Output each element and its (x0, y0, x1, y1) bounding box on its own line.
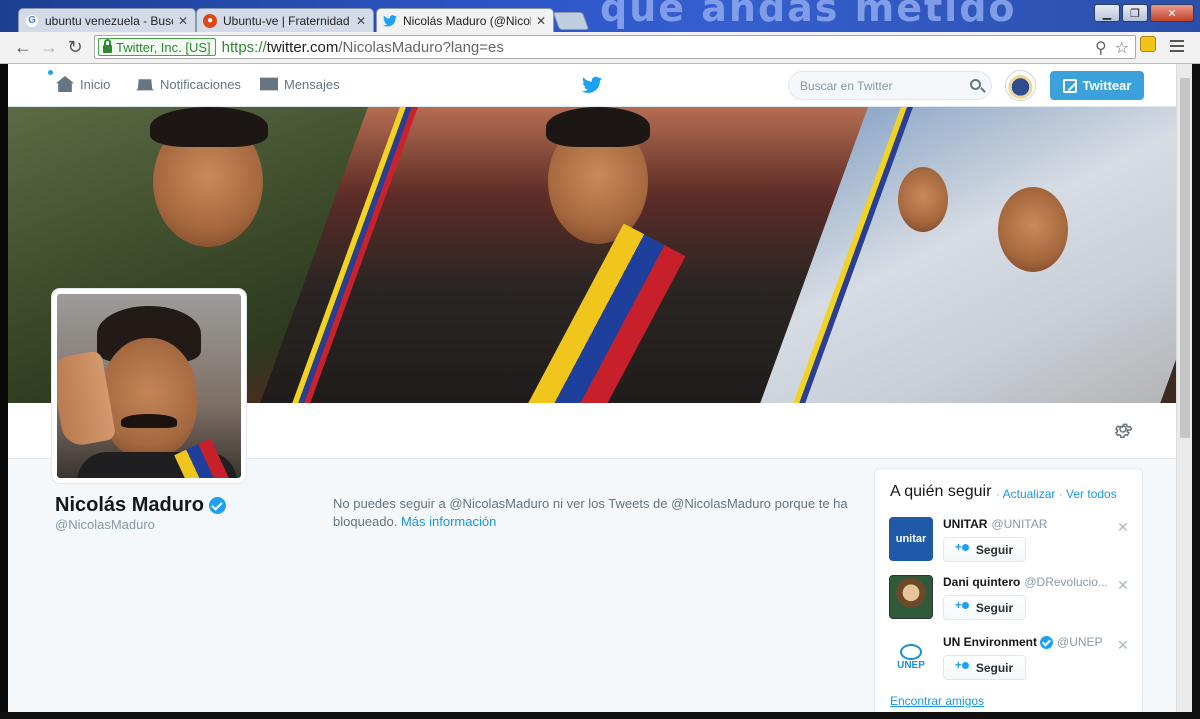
window-frame-right (1192, 64, 1200, 719)
suggestion-item: Dani quintero @DRevolucio... ✕ Seguir (889, 575, 1129, 627)
suggestion-name[interactable]: UNITAR @UNITAR (943, 517, 1047, 531)
follow-button[interactable]: Seguir (943, 537, 1026, 562)
who-to-follow-panel: A quién seguir · Actualizar · Ver todos … (874, 468, 1143, 712)
nav-messages[interactable]: Mensajes (260, 76, 340, 92)
home-icon (56, 76, 74, 92)
suggestion-item: UNEP UN Environment @UNEP ✕ Seguir (889, 635, 1129, 687)
nav-home[interactable]: Inicio (56, 76, 110, 92)
new-tab-button[interactable] (552, 12, 590, 30)
profile-avatar[interactable] (52, 289, 246, 483)
suggestion-name[interactable]: UN Environment @UNEP (943, 635, 1103, 649)
mail-icon (260, 77, 278, 91)
profile-name[interactable]: Nicolás Maduro (55, 494, 226, 517)
unitar-avatar[interactable]: unitar (889, 517, 933, 561)
twitter-bird-icon (383, 14, 397, 28)
verified-badge-icon (208, 497, 226, 514)
search-input[interactable]: Buscar en Twitter (788, 71, 992, 100)
browser-chrome: que andas metido G ubuntu venezuela - Bu… (0, 0, 1200, 64)
banner-beret (150, 107, 268, 147)
avatar-mustache (121, 414, 177, 428)
page-scrollbar[interactable] (1176, 64, 1192, 712)
nav-notifications[interactable]: Notificaciones (136, 76, 241, 92)
omnibox-actions: ⚲ ☆ (1095, 38, 1129, 58)
browser-toolbar: ← → ↻ Twitter, Inc. [US] https:// twitte… (0, 32, 1200, 64)
bookmark-star-icon[interactable]: ☆ (1115, 38, 1129, 58)
banner-person-right-2 (898, 167, 948, 232)
tab-close-icon[interactable]: ✕ (355, 14, 367, 28)
address-bar[interactable]: Twitter, Inc. [US] https:// twitter.com … (94, 35, 1136, 59)
reload-icon[interactable]: ↻ (62, 35, 88, 61)
dismiss-close-icon[interactable]: ✕ (1117, 577, 1129, 594)
more-info-link[interactable]: Más información (401, 514, 496, 529)
window-titlebar: que andas metido G ubuntu venezuela - Bu… (0, 0, 1200, 32)
refresh-link[interactable]: Actualizar (1003, 487, 1056, 501)
window-frame-bottom (0, 712, 1200, 719)
banner-hair (546, 107, 650, 147)
avatar-face (101, 338, 197, 458)
find-friends-link[interactable]: Encontrar amigos (890, 694, 984, 708)
google-g-icon: G (25, 13, 39, 28)
follow-user-icon (955, 598, 970, 613)
tab-google-search[interactable]: G ubuntu venezuela - Busca ✕ (18, 8, 196, 32)
bell-icon (136, 79, 154, 91)
url-host: twitter.com (266, 38, 339, 56)
tab-ubuntu-ve[interactable]: ● Ubuntu-ve | Fraternidad U ✕ (196, 8, 374, 32)
restore-icon[interactable]: ❐ (1122, 4, 1148, 22)
view-all-link[interactable]: Ver todos (1066, 487, 1117, 501)
window-close-icon[interactable]: ✕ (1150, 4, 1194, 22)
compose-icon (1062, 78, 1077, 93)
who-to-follow-links: · Actualizar · Ver todos (996, 487, 1117, 501)
url-scheme: https:// (221, 38, 267, 56)
lock-icon (103, 39, 112, 53)
dani-quintero-avatar[interactable] (889, 575, 933, 619)
tab-close-icon[interactable]: ✕ (177, 14, 189, 28)
follow-user-icon (955, 658, 970, 673)
top-navigation: Inicio Notificaciones Mensajes Buscar en… (8, 64, 1176, 107)
user-avatar[interactable] (1005, 70, 1036, 101)
home-notification-dot (48, 70, 53, 75)
tab-twitter-maduro[interactable]: Nicolás Maduro (@Nicola ✕ (376, 8, 554, 32)
search-icon[interactable] (970, 79, 981, 90)
profile-handle[interactable]: @NicolasMaduro (55, 517, 155, 532)
tab-close-icon[interactable]: ✕ (535, 14, 547, 28)
follow-user-icon (955, 540, 970, 555)
verified-badge-icon (1040, 635, 1054, 649)
blocked-message: No puedes seguir a @NicolasMaduro ni ver… (333, 496, 848, 529)
who-to-follow-title: A quién seguir (890, 483, 992, 500)
key-icon[interactable]: ⚲ (1095, 38, 1107, 58)
un-globe-icon (900, 643, 922, 660)
follow-button[interactable]: Seguir (943, 595, 1026, 620)
gear-icon[interactable] (1114, 420, 1132, 438)
ubuntu-icon: ● (203, 13, 217, 28)
dismiss-close-icon[interactable]: ✕ (1117, 637, 1129, 654)
chrome-menu-icon[interactable] (1170, 40, 1184, 55)
forward-arrow-icon[interactable]: → (36, 35, 62, 61)
ev-certificate-badge[interactable]: Twitter, Inc. [US] (98, 38, 216, 56)
dismiss-close-icon[interactable]: ✕ (1117, 519, 1129, 536)
tweet-button[interactable]: Twittear (1050, 71, 1144, 100)
follow-button[interactable]: Seguir (943, 655, 1026, 680)
suggestion-name[interactable]: Dani quintero @DRevolucio... (943, 575, 1108, 589)
window-controls: ▁ ❐ ✕ (1094, 4, 1194, 22)
suggestion-item: unitar UNITAR @UNITAR ✕ Seguir (889, 517, 1129, 569)
twitter-page: Inicio Notificaciones Mensajes Buscar en… (8, 64, 1176, 712)
twitter-bird-logo-icon[interactable] (582, 76, 602, 94)
minimize-icon[interactable]: ▁ (1094, 4, 1120, 22)
extension-icon[interactable] (1140, 36, 1156, 52)
url-path: /NicolasMaduro?lang=es (338, 38, 504, 56)
unep-avatar[interactable]: UNEP (889, 635, 933, 679)
back-arrow-icon[interactable]: ← (10, 35, 36, 61)
wallpaper-text: que andas metido (600, 0, 1017, 30)
scrollbar-thumb[interactable] (1180, 78, 1190, 438)
banner-person-right (998, 187, 1068, 272)
